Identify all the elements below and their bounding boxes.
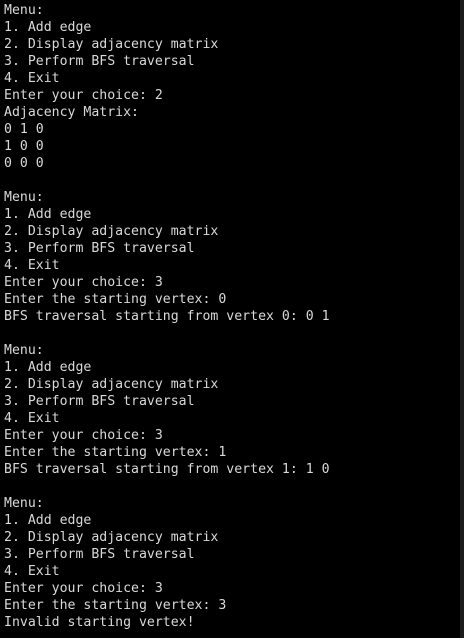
console-line: 1 0 0 xyxy=(4,139,44,154)
console-line: 3. Perform BFS traversal xyxy=(4,547,195,562)
console-line: 4. Exit xyxy=(4,71,60,86)
console-line: Menu: xyxy=(4,3,44,18)
console-line: 2. Display adjacency matrix xyxy=(4,530,219,545)
console-line: 0 0 0 xyxy=(4,156,44,171)
console-line: Menu: xyxy=(4,343,44,358)
console-line: 2. Display adjacency matrix xyxy=(4,37,219,52)
console-line: BFS traversal starting from vertex 1: 1 … xyxy=(4,462,330,477)
scrollbar[interactable] xyxy=(460,0,464,638)
console-line: 1. Add edge xyxy=(4,360,92,375)
console-line: 4. Exit xyxy=(4,564,60,579)
console-line: Menu: xyxy=(4,190,44,205)
console-line: 4. Exit xyxy=(4,258,60,273)
console-line: 3. Perform BFS traversal xyxy=(4,394,195,409)
console-line: BFS traversal starting from vertex 0: 0 … xyxy=(4,309,330,324)
console-line: 2. Display adjacency matrix xyxy=(4,377,219,392)
console-line: Enter your choice: 3 xyxy=(4,275,163,290)
console-line: 4. Exit xyxy=(4,411,60,426)
console-line: Enter the starting vertex: 0 xyxy=(4,292,227,307)
console-line: 1. Add edge xyxy=(4,207,92,222)
console-line: Enter your choice: 3 xyxy=(4,581,163,596)
console-line: Enter the starting vertex: 1 xyxy=(4,445,227,460)
console-line: Enter your choice: 2 xyxy=(4,88,163,103)
console-line: Adjacency Matrix: xyxy=(4,105,139,120)
console-line: 2. Display adjacency matrix xyxy=(4,224,219,239)
console-line: Enter your choice: 3 xyxy=(4,428,163,443)
console-line: Enter the starting vertex: 3 xyxy=(4,598,227,613)
console-line: 3. Perform BFS traversal xyxy=(4,54,195,69)
console-line: 1. Add edge xyxy=(4,20,92,35)
console-line: 1. Add edge xyxy=(4,513,92,528)
console-line: Invalid starting vertex! xyxy=(4,615,195,630)
console-line: 3. Perform BFS traversal xyxy=(4,241,195,256)
console-line: 0 1 0 xyxy=(4,122,44,137)
console-window[interactable]: Menu: 1. Add edge 2. Display adjacency m… xyxy=(0,0,464,638)
console-line: Menu: xyxy=(4,496,44,511)
